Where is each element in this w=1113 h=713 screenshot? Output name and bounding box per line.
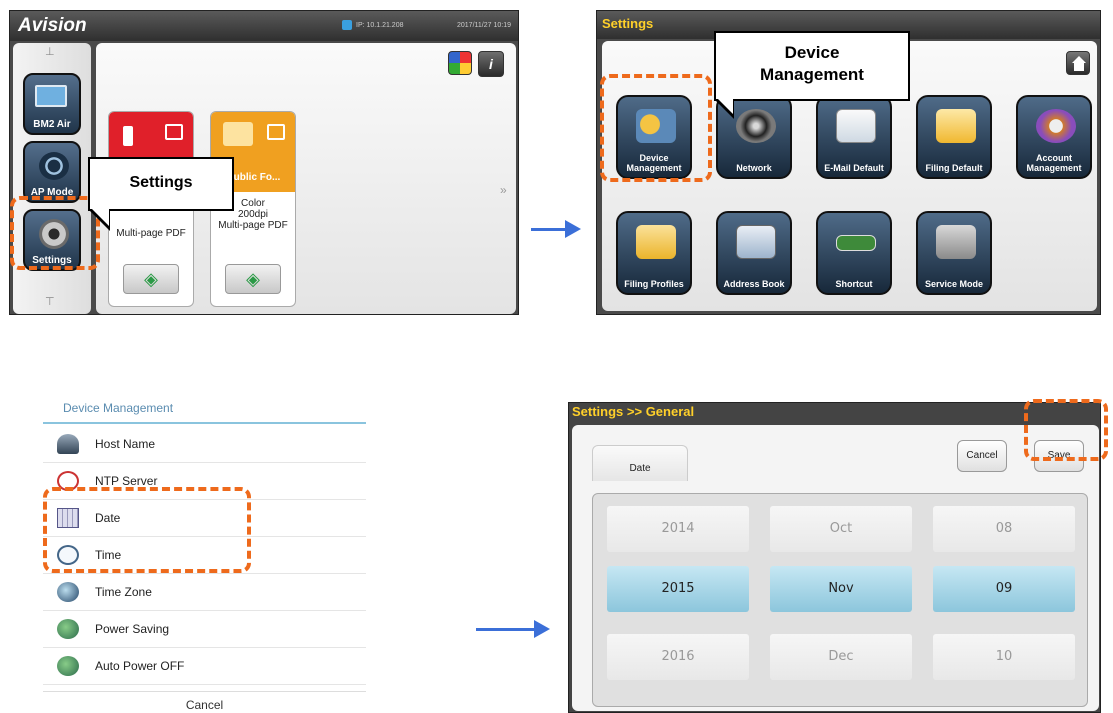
power-saving-icon: [57, 619, 79, 639]
next-page-button[interactable]: »: [500, 183, 507, 197]
year-option[interactable]: 2016: [607, 634, 749, 680]
tile-service-mode[interactable]: Service Mode: [916, 211, 992, 295]
service-mode-icon: [936, 225, 976, 259]
callout-pointer-fill: [718, 99, 733, 114]
home-button[interactable]: [1066, 51, 1090, 75]
document-icon: [165, 124, 183, 140]
menu-item-auto-power-off[interactable]: Auto Power OFF: [43, 648, 366, 685]
menu-item-host-name[interactable]: Host Name: [43, 426, 366, 463]
date-settings-screen: Settings >> General Date Cancel Save 201…: [568, 402, 1101, 713]
menu-item-label: NTP Server: [95, 474, 158, 488]
tile-label: Address Book: [723, 279, 785, 289]
tile-filing-default[interactable]: Filing Default: [916, 95, 992, 179]
tile-label: Shortcut: [835, 279, 873, 289]
start-scan-button[interactable]: ◈: [123, 264, 179, 294]
document-icon: [267, 124, 285, 140]
diamond-icon: ◈: [246, 269, 260, 289]
host-icon: [57, 434, 79, 454]
flow-arrow: [531, 220, 581, 238]
callout-text: Device Management: [760, 43, 864, 84]
sidebar-item-label: BM2 Air: [33, 119, 71, 130]
menu-item-label: Power Saving: [95, 622, 170, 636]
home-icon-body: [1074, 63, 1084, 71]
network-icon: [342, 20, 352, 30]
wifi-icon: [39, 152, 69, 180]
month-option[interactable]: Dec: [770, 634, 912, 680]
page-title: Settings: [602, 16, 654, 31]
folder-icon: [936, 109, 976, 143]
start-scan-button[interactable]: ◈: [225, 264, 281, 294]
cancel-button[interactable]: Cancel: [957, 440, 1007, 472]
menu-item-label: Host Name: [95, 437, 156, 451]
tile-label: Account Management: [1026, 153, 1082, 173]
main-area: Date Cancel Save 2014 2015 2016 Oct Nov …: [572, 425, 1099, 711]
grid-view-button[interactable]: [448, 51, 472, 75]
info-button[interactable]: i: [478, 51, 504, 77]
globe-icon: [57, 582, 79, 602]
card-description: Multi-page PDF: [116, 228, 186, 239]
top-bar: Avision IP: 10.1.21.208 2017/11/27 10:19: [10, 11, 518, 41]
card-title: Public Fo...: [227, 172, 281, 183]
tile-email-default[interactable]: E-Mail Default: [816, 95, 892, 179]
sidebar: ⊥ BM2 Air AP Mode Settings ⊤: [13, 43, 91, 314]
sidebar-item-bm2-air[interactable]: BM2 Air: [23, 73, 81, 135]
page-title: Settings >> General: [572, 404, 695, 419]
address-book-icon: [736, 225, 776, 259]
highlight-save: [1024, 399, 1108, 461]
menu-item-label: Time Zone: [95, 585, 152, 599]
shortcut-icon: [836, 235, 876, 251]
computer-icon: [35, 85, 67, 107]
callout-text: Settings: [129, 174, 193, 191]
day-option[interactable]: 10: [933, 634, 1075, 680]
month-option[interactable]: Oct: [770, 506, 912, 552]
home-icon: [1072, 56, 1086, 63]
power-off-icon: [57, 656, 79, 676]
cancel-button[interactable]: Cancel: [43, 691, 366, 712]
year-option[interactable]: 2014: [607, 506, 749, 552]
filing-profiles-icon: [636, 225, 676, 259]
menu-item-power-saving[interactable]: Power Saving: [43, 611, 366, 648]
scroll-down-icon[interactable]: ⊤: [45, 295, 55, 308]
tile-label: Filing Default: [925, 163, 983, 173]
usb-icon: [123, 126, 133, 146]
tile-label: Filing Profiles: [624, 279, 684, 289]
menu-item-label: Auto Power OFF: [95, 659, 185, 673]
account-icon: [1036, 109, 1076, 143]
date-picker[interactable]: 2014 2015 2016 Oct Nov Dec 08 09 10: [592, 493, 1088, 707]
year-selected[interactable]: 2015: [607, 566, 749, 612]
tab-date[interactable]: Date: [592, 445, 688, 481]
network-icon: [736, 109, 776, 143]
timestamp: 2017/11/27 10:19: [457, 22, 511, 29]
day-selected[interactable]: 09: [933, 566, 1075, 612]
menu-item-time-zone[interactable]: Time Zone: [43, 574, 366, 611]
tile-account-management[interactable]: Account Management: [1016, 95, 1092, 179]
tile-address-book[interactable]: Address Book: [716, 211, 792, 295]
highlight-date-time: [43, 487, 251, 573]
day-option[interactable]: 08: [933, 506, 1075, 552]
month-selected[interactable]: Nov: [770, 566, 912, 612]
email-icon: [836, 109, 876, 143]
tile-label: E-Mail Default: [824, 163, 884, 173]
ip-address: IP: 10.1.21.208: [356, 22, 404, 29]
callout-pointer-fill: [92, 209, 109, 226]
callout-settings: Settings: [88, 157, 234, 211]
highlight-settings: [10, 196, 100, 270]
tile-shortcut[interactable]: Shortcut: [816, 211, 892, 295]
tile-label: Service Mode: [924, 279, 984, 289]
diamond-icon: ◈: [144, 269, 158, 289]
flow-arrow: [476, 620, 550, 638]
tile-label: Network: [736, 163, 772, 173]
callout-device-management: Device Management: [714, 31, 910, 101]
scroll-up-icon[interactable]: ⊥: [45, 45, 55, 58]
brand-logo: Avision: [18, 15, 87, 36]
tile-filing-profiles[interactable]: Filing Profiles: [616, 211, 692, 295]
sidebar-item-ap-mode[interactable]: AP Mode: [23, 141, 81, 203]
info-icon: i: [489, 56, 493, 72]
menu-header: Device Management: [43, 392, 366, 424]
highlight-device-management: [600, 74, 712, 182]
folder-icon: [223, 122, 253, 146]
